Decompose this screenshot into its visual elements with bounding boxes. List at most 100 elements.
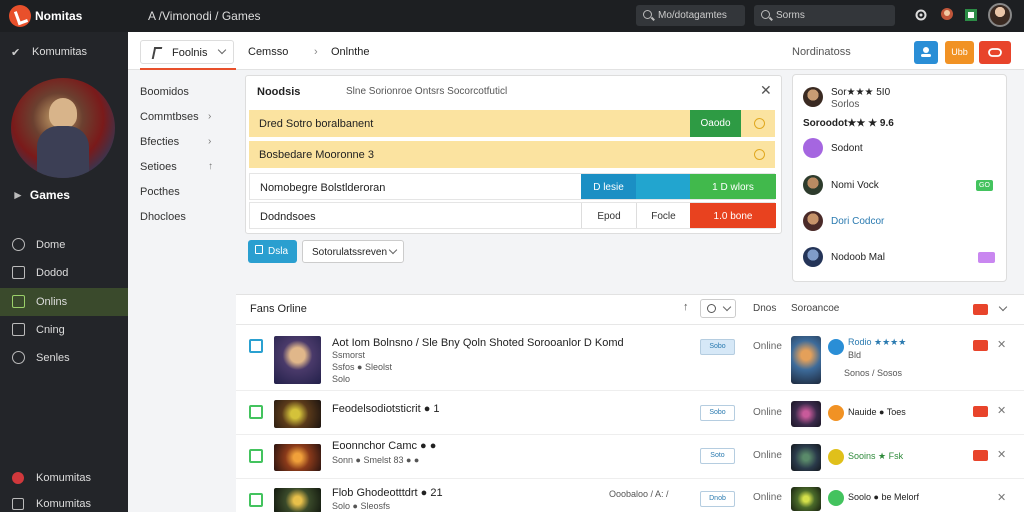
game-thumbnail[interactable] [274,444,321,471]
list-item[interactable]: Aot Iom Bolnsno / Sle Bny Qoln Shoted So… [236,325,1024,391]
chat-icon[interactable] [963,7,979,23]
tab-online[interactable]: Onlnthe [331,46,370,58]
friend-game-thumbnail[interactable] [791,401,821,427]
chevron-right-icon: › [208,111,212,122]
leftnav-item-4[interactable]: Setioes [140,161,177,173]
sidebar-item-dodod[interactable]: Dodod [0,259,128,287]
close-icon[interactable]: ✕ [997,338,1006,351]
checkbox[interactable] [249,339,263,353]
game-action-button[interactable]: Soto [700,448,735,464]
red-action-button[interactable] [979,41,1011,64]
settings-icon[interactable] [913,7,929,23]
user-avatar[interactable] [988,3,1012,27]
record-icon[interactable] [973,340,988,351]
house-icon [12,266,25,279]
user-button[interactable] [914,41,938,64]
search-input-primary[interactable]: Mo/dotagamtes [636,5,745,26]
panel-cell-blue-2[interactable] [636,174,690,199]
panel-row-status-cell[interactable]: Oaodo [690,110,741,137]
game-action-button[interactable]: Sobo [700,405,735,421]
game-action-button[interactable]: Sobo [700,339,735,355]
leftnav-item-1[interactable]: Boomidos [140,86,189,98]
list-item[interactable]: Feodelsodiotsticrit ● 1 Sobo Online Naui… [236,391,1024,435]
game-name: ► Games [12,188,70,202]
notifications-label[interactable]: Nordinatoss [792,46,851,58]
grid-icon [12,498,24,510]
sidebar: ✔ Komumitas ► Games Dome Dodod Onlins Cni… [0,32,128,512]
record-icon[interactable] [973,304,988,315]
avatar [803,87,823,107]
game-thumbnail[interactable] [274,400,321,428]
leftnav-item-2[interactable]: Commtbses [140,111,199,123]
leftnav-item-6[interactable]: Dhocloes [140,211,186,223]
sidebar-item-dome[interactable]: Dome [0,231,128,259]
active-tab-indicator [140,68,236,70]
filter-dropdown[interactable]: Foolnis [140,40,234,64]
panel-row[interactable]: Nomobegre Bolstlderoran D lesie 1 D wlor… [249,173,776,200]
games-online-list: Fans Orline ↑ Dnos Soroancoe Aot Iom Bol… [236,294,1024,512]
close-icon[interactable]: ✕ [760,82,772,99]
game-thumbnail[interactable] [274,336,321,384]
friend-game-thumbnail[interactable] [791,487,821,511]
tab-cemsso[interactable]: Cemsso [248,46,288,58]
leftnav-item-3[interactable]: Bfecties [140,136,179,148]
friend-game-thumbnail[interactable] [791,336,821,384]
friends-card: Sor★★★ 5I0 Sorlos Soroodot★★ ★ 9.6 Sodon… [792,74,1007,282]
close-icon[interactable]: ✕ [997,404,1006,417]
column-friends: Soroancoe [791,303,840,314]
view-dropdown[interactable] [700,299,736,318]
sidebar-footer-2[interactable]: Komumitas [12,498,91,510]
friend-game-thumbnail[interactable] [791,444,821,471]
sort-icon[interactable]: ↑ [683,301,689,313]
record-icon[interactable] [973,450,988,461]
checkbox[interactable] [249,405,263,419]
friend-badge-icon [828,339,844,355]
ring-icon [754,118,765,129]
sidebar-item-cning[interactable]: Cning [0,316,128,344]
panel-cell-text[interactable]: Epod [581,203,636,228]
app-logo-icon[interactable] [9,5,31,27]
square-icon [12,323,25,336]
list-item[interactable]: Flob Ghodeotttdrt ● 21 Solo ● Sleosfs Oo… [236,479,1024,512]
friend-badge-icon [828,449,844,465]
friend-item[interactable]: Soroodot★★ ★ 9.6 [803,118,894,129]
checkbox[interactable] [249,449,263,463]
sidebar-footer-1[interactable]: Komumitas [12,472,91,484]
game-thumbnail[interactable] [274,488,321,512]
leftnav-item-5[interactable]: Pocthes [140,186,180,198]
sidebar-item-online[interactable]: Onlins [0,288,128,316]
search-input-secondary[interactable]: Sorms [754,5,895,26]
game-status: Online [753,450,782,461]
list-title: Fans Orline [250,303,307,315]
panel-row[interactable]: Bosbedare Mooronne 3 [249,141,775,168]
orange-action-button[interactable]: Ubb [945,41,974,64]
sidebar-item-senles[interactable]: Senles [0,344,128,372]
chevron-down-icon [217,45,227,55]
details-panel: Noodsis Slne Sorionroe Ontsrs Socorcotfu… [245,75,782,234]
close-icon[interactable]: ✕ [997,491,1006,504]
record-icon[interactable] [973,406,988,417]
list-item[interactable]: Eoonnchor Camc ● ● Sonn ● Smelst 83 ● ● … [236,435,1024,479]
game-action-button[interactable]: Dnob [700,491,735,507]
checkbox[interactable] [249,493,263,507]
close-icon[interactable]: ✕ [997,448,1006,461]
panel-cell-green[interactable]: 1 D wlors [690,174,776,199]
grid-icon [12,295,25,308]
character-icon[interactable] [939,7,955,23]
panel-row[interactable]: Dodndsoes Epod Focle 1.0 bone [249,202,776,229]
avatar [803,138,823,158]
breadcrumb-separator: › [314,46,318,58]
game-hero-image[interactable] [11,78,115,178]
sub-navigation: Foolnis Cemsso › Onlnthe Nordinatoss Ubb [128,32,1024,70]
panel-select-dropdown[interactable]: Sotorulatssreven [302,240,404,263]
breadcrumb[interactable]: A /Vimonodi / Games [148,9,261,23]
panel-cell-red[interactable]: 1.0 bone [690,203,776,228]
panel-row[interactable]: Dred Sotro boralbanent Oaodo [249,110,775,137]
chevron-right-icon: › [208,136,212,147]
sidebar-header[interactable]: ✔ Komumitas [11,46,87,59]
panel-blue-button[interactable]: Dsla [248,240,297,263]
gear-icon [12,351,25,364]
panel-cell-blue[interactable]: D lesie [581,174,636,199]
chevron-down-icon[interactable] [998,302,1008,312]
panel-cell-text-2[interactable]: Focle [636,203,690,228]
